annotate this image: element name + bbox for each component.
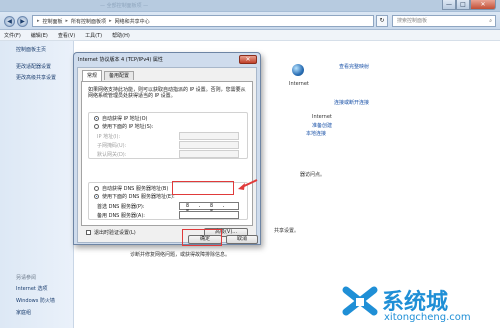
window-titlebar: — 全部控制面板项 — — □ ✕ — [0, 0, 500, 12]
watermark-url: xitongcheng.com — [384, 312, 471, 323]
red-arrow-icon — [238, 179, 258, 190]
validate-settings-label: 退出时验证设置(L) — [94, 230, 136, 236]
homegroup-value[interactable]: 准备创建 — [312, 122, 332, 129]
breadcrumb-item[interactable]: 所有控制面板项 — [71, 18, 106, 25]
access-type-value: Internet — [312, 114, 332, 120]
manual-ip-label: 使用下面的 IP 地址(S): — [102, 124, 154, 130]
breadcrumb-item[interactable]: 网络和共享中心 — [115, 18, 150, 25]
dialog-close-button[interactable]: ✕ — [239, 55, 257, 64]
watermark-logo-icon — [342, 286, 378, 316]
alternate-dns-label: 备用 DNS 服务器(A): — [97, 213, 145, 219]
dialog-description: 如果网络支持此功能，则可以获取自动指派的 IP 设置。否则，您需要从网络系统管理… — [88, 87, 246, 99]
sidebar-item-internet-options[interactable]: Internet 选项 — [16, 285, 47, 292]
tab-alternate-config[interactable]: 备用配置 — [104, 71, 135, 80]
local-connection-link[interactable]: 本地连接 — [306, 130, 326, 137]
folder-icon: ▸ — [37, 18, 40, 24]
menu-bar: 文件(F) 编辑(E) 查看(V) 工具(T) 帮助(H) — [0, 30, 500, 41]
window-title: — 全部控制面板项 — — [100, 3, 149, 9]
sidebar-item-advanced-sharing[interactable]: 更改高级共享设置 — [16, 74, 56, 81]
search-input[interactable]: 搜索控制面板 ⌕ — [392, 15, 496, 27]
sidebar-item-adapter-settings[interactable]: 更改适配器设置 — [16, 63, 51, 70]
search-placeholder: 搜索控制面板 — [397, 18, 428, 24]
breadcrumb[interactable]: ▸ 控制面板 ▸ 所有控制面板项 ▸ 网络和共享中心 — [32, 15, 374, 27]
search-icon[interactable]: ⌕ — [489, 16, 492, 26]
menu-tools[interactable]: 工具(T) — [85, 32, 102, 39]
dialog-body: 常规 备用配置 如果网络支持此功能，则可以获取自动指派的 IP 设置。否则，您需… — [77, 67, 257, 243]
troubleshoot-text: 诊断并修复网络问题，或获得故障排除信息。 — [130, 252, 231, 258]
menu-help[interactable]: 帮助(H) — [112, 32, 130, 39]
watermark: 系统城 xitongcheng.com — [340, 282, 498, 326]
subnet-mask-field[interactable] — [179, 141, 239, 149]
auto-dns-radio[interactable] — [94, 186, 99, 191]
connect-disconnect-link[interactable]: 连接或断开连接 — [334, 99, 369, 106]
dialog-title: Internet 协议版本 4 (TCP/IPv4) 属性 — [78, 57, 163, 63]
preferred-dns-field[interactable]: 8 . 8 . 8 . 8 — [179, 202, 239, 215]
main-text: 器访问点。 — [300, 172, 326, 178]
ip-address-group: 自动获得 IP 地址(O) 使用下面的 IP 地址(S): IP 地址(I): … — [88, 112, 248, 159]
maximize-button[interactable]: □ — [456, 0, 470, 10]
tab-general[interactable]: 常规 — [82, 70, 103, 81]
cancel-button[interactable]: 取消 — [226, 235, 258, 244]
forward-button[interactable]: ▶ — [17, 16, 28, 27]
internet-label: Internet — [289, 81, 309, 87]
sidebar-item-home[interactable]: 控制面板主页 — [16, 46, 46, 53]
preferred-dns-label: 首选 DNS 服务器(P): — [97, 204, 145, 210]
internet-globe-icon — [292, 64, 304, 76]
ip-address-label: IP 地址(I): — [97, 134, 121, 140]
sidebar-item-firewall[interactable]: Windows 防火墙 — [16, 297, 55, 304]
menu-edit[interactable]: 编辑(E) — [31, 32, 48, 39]
address-toolbar: ◀ ▶ ▸ 控制面板 ▸ 所有控制面板项 ▸ 网络和共享中心 ↻ 搜索控制面板 … — [0, 12, 500, 30]
chevron-right-icon: ▸ — [65, 18, 69, 24]
manual-ip-radio[interactable] — [94, 124, 99, 129]
highlight-ok-button — [182, 229, 222, 246]
view-full-map-link[interactable]: 查看完整映射 — [339, 63, 369, 70]
manual-dns-radio[interactable] — [94, 194, 99, 199]
ip-address-field[interactable] — [179, 132, 239, 140]
general-tab-panel: 如果网络支持此功能，则可以获取自动指派的 IP 设置。否则，您需要从网络系统管理… — [81, 81, 253, 226]
auto-ip-radio[interactable] — [94, 116, 99, 121]
validate-settings-checkbox[interactable] — [86, 230, 91, 235]
refresh-button[interactable]: ↻ — [376, 15, 388, 27]
ipv4-properties-dialog: Internet 协议版本 4 (TCP/IPv4) 属性 ✕ 常规 备用配置 … — [73, 52, 261, 245]
default-gateway-label: 默认网关(D): — [97, 152, 127, 158]
manual-dns-label: 使用下面的 DNS 服务器地址(E): — [102, 194, 175, 200]
menu-view[interactable]: 查看(V) — [58, 32, 75, 39]
minimize-button[interactable]: — — [442, 0, 456, 10]
breadcrumb-item[interactable]: 控制面板 — [43, 18, 63, 25]
window-controls: — □ ✕ — [442, 0, 496, 11]
highlight-dns-value — [172, 181, 234, 195]
default-gateway-field[interactable] — [179, 150, 239, 158]
main-text: 共享设置。 — [274, 228, 300, 234]
see-also-header: 另请参阅 — [16, 275, 37, 281]
sidebar: 控制面板主页 更改适配器设置 更改高级共享设置 另请参阅 Internet 选项… — [0, 41, 74, 328]
alternate-dns-field[interactable] — [179, 211, 239, 219]
back-button[interactable]: ◀ — [4, 16, 15, 27]
window-close-button[interactable]: ✕ — [470, 0, 496, 10]
sidebar-item-homegroup[interactable]: 家庭组 — [16, 309, 31, 316]
subnet-mask-label: 子网掩码(U): — [97, 143, 127, 149]
auto-dns-label: 自动获得 DNS 服务器地址(B) — [102, 186, 169, 192]
auto-ip-label: 自动获得 IP 地址(O) — [102, 116, 148, 122]
menu-file[interactable]: 文件(F) — [4, 32, 21, 39]
chevron-right-icon: ▸ — [109, 18, 112, 24]
